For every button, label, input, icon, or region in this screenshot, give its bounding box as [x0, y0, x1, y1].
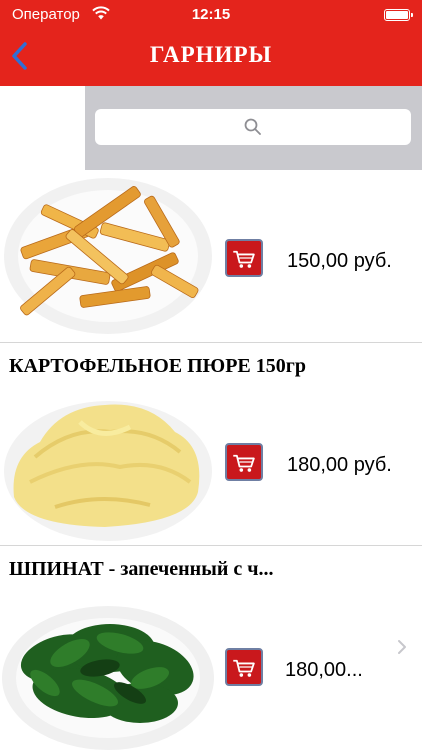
search-input[interactable]: [95, 109, 411, 145]
french-fries-image: [4, 178, 212, 334]
add-to-cart-button[interactable]: [225, 443, 263, 481]
mashed-potatoes-image: [4, 401, 212, 541]
search-icon: [244, 118, 261, 135]
status-bar: Оператор 12:15: [0, 0, 422, 30]
search-bar: [85, 86, 422, 170]
page-title: ГАРНИРЫ: [149, 42, 273, 67]
chevron-right-icon: [398, 640, 406, 654]
cart-icon: [233, 250, 255, 268]
item-title: КАРТОФЕЛЬНОЕ ПЮРЕ 150гр: [9, 355, 306, 377]
list-item[interactable]: 150,00 руб.: [0, 170, 422, 342]
navigation-bar: Оператор 12:15 ГАРНИРЫ: [0, 0, 422, 86]
item-price: 180,00 руб.: [287, 454, 392, 476]
battery-icon: [384, 9, 413, 21]
list-item[interactable]: КАРТОФЕЛЬНОЕ ПЮРЕ 150гр 180,00 руб.: [0, 343, 422, 545]
add-to-cart-button[interactable]: [225, 239, 263, 277]
item-price: 180,00...: [285, 659, 363, 681]
cart-icon: [233, 659, 255, 677]
add-to-cart-button[interactable]: [225, 648, 263, 686]
cart-icon: [233, 454, 255, 472]
item-price: 150,00 руб.: [287, 250, 392, 272]
item-title: ШПИНАТ - запеченный с ч...: [9, 558, 274, 580]
baked-spinach-image: [2, 606, 214, 750]
status-time: 12:15: [191, 6, 231, 23]
list-item[interactable]: ШПИНАТ - запеченный с ч... 180,00...: [0, 546, 422, 750]
